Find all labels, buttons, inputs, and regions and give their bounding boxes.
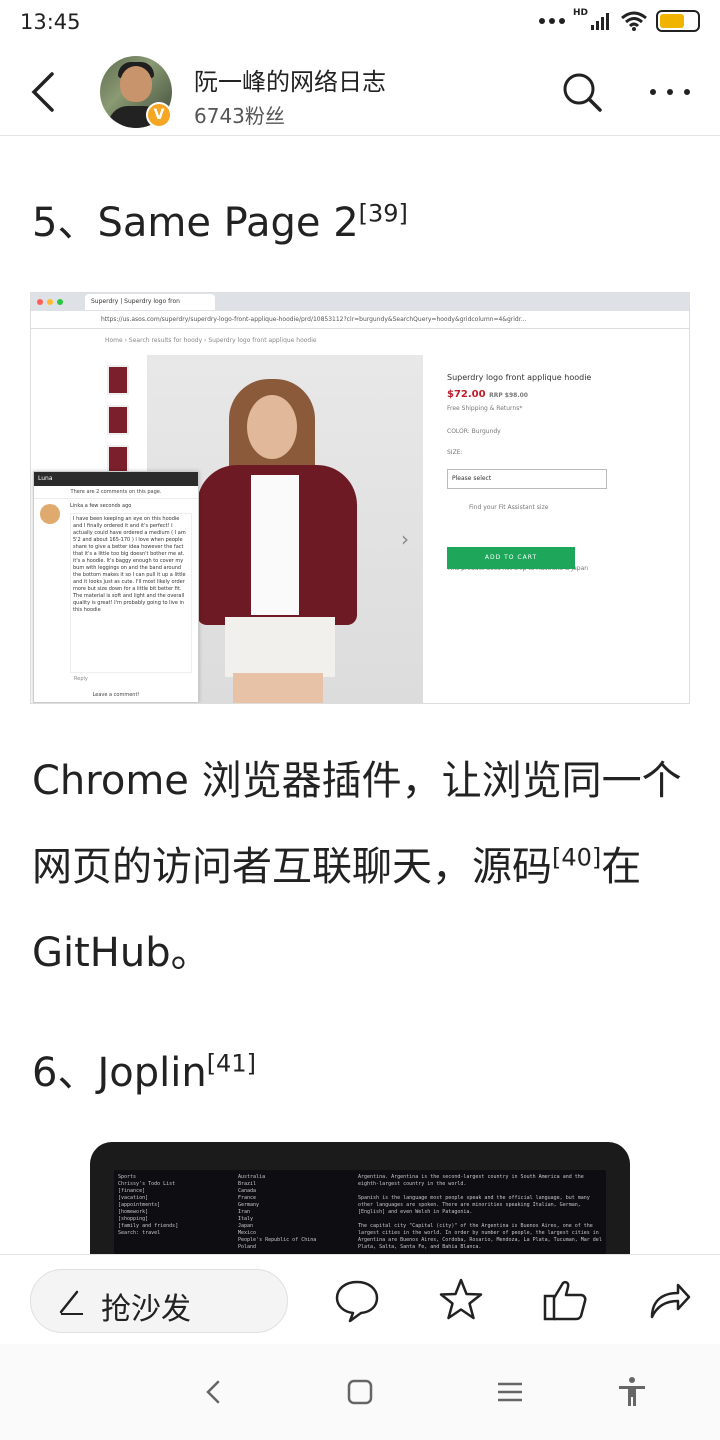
chat-overlay: Luna There are 2 comments on this page. … — [33, 471, 199, 703]
add-to-cart-button: ADD TO CART — [447, 547, 575, 569]
fan-count: 6743粉丝 — [194, 104, 285, 128]
shop-breadcrumb: Home › Search results for hoody › Superd… — [105, 337, 317, 344]
comment-icon[interactable] — [334, 1277, 380, 1323]
signal-icon — [591, 13, 609, 30]
accessibility-icon[interactable] — [616, 1376, 648, 1408]
next-image-chevron-icon: › — [401, 527, 409, 551]
back-arrow-icon[interactable] — [26, 70, 66, 114]
article-image-same-page[interactable]: Superdry | Superdry logo fron https://us… — [30, 292, 690, 704]
browser-tab-strip: Superdry | Superdry logo fron — [31, 293, 689, 311]
nav-menu-icon[interactable] — [494, 1376, 526, 1408]
list-item-heading-6: 6、Joplin[41] — [32, 1049, 256, 1096]
thumbs-up-icon[interactable] — [542, 1277, 588, 1323]
battery-icon — [656, 10, 700, 32]
status-icons: HD — [538, 8, 700, 32]
star-icon[interactable] — [438, 1277, 484, 1323]
article-action-bar: 抢沙发 — [0, 1254, 720, 1344]
browser-tab: Superdry | Superdry logo fron — [85, 294, 215, 310]
more-options-icon[interactable] — [646, 70, 694, 114]
nav-back-icon[interactable] — [198, 1376, 230, 1408]
product-thumbnails — [107, 365, 129, 485]
author-name[interactable]: 阮一峰的网络日志 — [194, 62, 386, 97]
pen-icon — [59, 1290, 83, 1315]
terminal-screen: Sports Chrissy's Todo List [finance] [va… — [114, 1170, 606, 1262]
network-type-label: HD — [572, 8, 588, 18]
reference-link-39[interactable]: [39] — [359, 200, 408, 228]
nav-home-icon[interactable] — [344, 1376, 376, 1408]
article-image-joplin[interactable]: Sports Chrissy's Todo List [finance] [va… — [90, 1142, 630, 1262]
status-time: 13:45 — [20, 10, 81, 34]
reference-link-40[interactable]: [40] — [552, 844, 601, 872]
list-item-heading-5: 5、Same Page 2[39] — [32, 199, 408, 246]
search-icon[interactable] — [560, 70, 604, 114]
status-bar: 13:45 HD — [0, 0, 720, 48]
comment-input-button[interactable]: 抢沙发 — [30, 1269, 288, 1333]
verified-badge-icon: V — [146, 102, 172, 128]
article-header: V 阮一峰的网络日志 6743粉丝 — [0, 48, 720, 136]
product-info: Superdry logo front applique hoodie $72.… — [447, 371, 627, 575]
article-paragraph: Chrome 浏览器插件，让浏览同一个网页的访问者互联聊天，源码[40]在 Gi… — [32, 758, 682, 976]
comment-input-label: 抢沙发 — [101, 1292, 191, 1327]
system-navigation-bar — [0, 1344, 720, 1440]
reference-link-41[interactable]: [41] — [207, 1050, 256, 1078]
browser-url-bar: https://us.asos.com/superdry/superdry-lo… — [31, 311, 689, 329]
wifi-icon — [621, 11, 647, 31]
share-icon[interactable] — [646, 1277, 692, 1323]
more-notifications-icon — [538, 18, 565, 24]
